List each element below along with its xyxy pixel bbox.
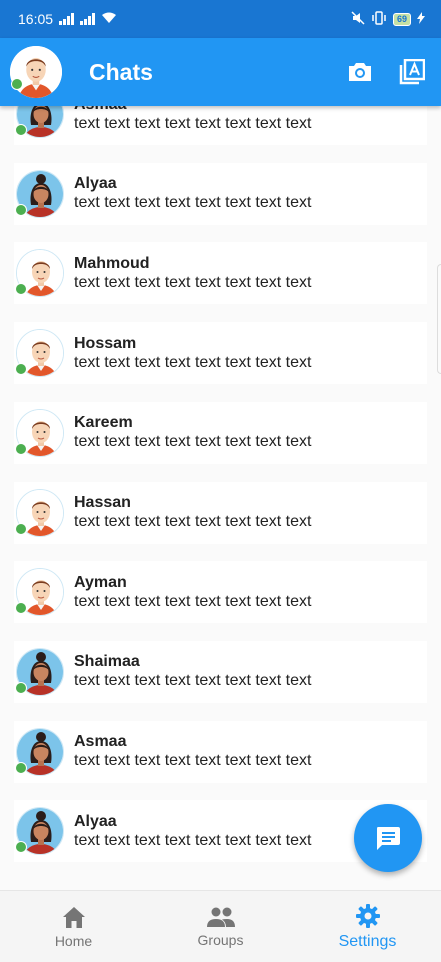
camera-button[interactable] (345, 57, 375, 87)
online-indicator (15, 522, 27, 535)
avatar (15, 568, 64, 617)
groups-icon (206, 907, 235, 927)
mute-icon (351, 10, 365, 28)
new-message-button[interactable] (354, 804, 422, 872)
avatar (15, 106, 64, 138)
chat-message-preview: text text text text text text text text (74, 114, 312, 132)
wifi-icon (101, 11, 117, 27)
bottom-navigation: Home Groups Settings (0, 890, 441, 962)
chat-message-preview: text text text text text text text text (74, 831, 312, 849)
avatar (15, 329, 64, 378)
chat-list-item[interactable]: Alyaa text text text text text text text … (14, 162, 427, 225)
chat-list-item[interactable]: Shaimaa text text text text text text tex… (14, 640, 427, 703)
chat-list[interactable]: Asmaatext text text text text text text … (0, 106, 441, 890)
chat-name: Ayman (74, 573, 127, 591)
scroll-indicator (437, 264, 441, 374)
nav-home[interactable]: Home (0, 891, 147, 962)
online-indicator (15, 681, 27, 694)
avatar (15, 488, 64, 537)
chat-message-preview: text text text text text text text text (74, 672, 312, 690)
nav-settings-label: Settings (338, 932, 397, 950)
chat-message-preview: text text text text text text text text (74, 353, 312, 371)
battery-icon: 69 (392, 12, 411, 26)
online-indicator (15, 203, 27, 216)
chat-name: Shaimaa (74, 653, 140, 671)
chat-list-item[interactable]: Ayman text text text text text text text … (14, 561, 427, 624)
avatar (15, 169, 64, 218)
avatar (15, 647, 64, 696)
status-bar: 16:05 69 (0, 0, 441, 38)
online-indicator (15, 363, 27, 376)
chat-list-item[interactable]: Hassan text text text text text text text… (14, 481, 427, 544)
chat-message-preview: text text text text text text text text (74, 273, 312, 291)
page-title: Chats (89, 58, 153, 85)
contacts-icon (399, 59, 425, 85)
chat-name: Kareem (74, 414, 133, 432)
avatar (15, 807, 64, 856)
nav-groups[interactable]: Groups (147, 891, 294, 962)
chat-message-preview: text text text text text text text text (74, 513, 312, 530)
nav-home-label: Home (54, 932, 93, 949)
online-indicator (11, 78, 23, 90)
nav-groups-label: Groups (197, 931, 244, 948)
home-icon (62, 906, 85, 928)
status-time: 16:05 (18, 11, 54, 27)
online-indicator (15, 761, 27, 774)
online-indicator (15, 442, 27, 455)
chat-list-item[interactable]: Hossam text text text text text text text… (14, 322, 427, 385)
chat-name: Alyaa (74, 812, 117, 830)
camera-icon (349, 63, 371, 81)
chat-message-preview: text text text text text text text text (74, 194, 312, 212)
chat-name: Mahmoud (74, 254, 150, 272)
chat-list-item[interactable]: Asmaatext text text text text text text … (14, 720, 427, 783)
chat-list-item[interactable]: Asmaatext text text text text text text … (14, 106, 427, 145)
chat-list-item[interactable]: Mahmoud text text text text text text tex… (14, 242, 427, 305)
charging-icon (417, 11, 425, 27)
signal-icon (59, 13, 75, 25)
chat-name: Hossam (74, 334, 137, 352)
avatar (15, 727, 64, 776)
online-indicator (15, 124, 27, 136)
chat-message-preview: text text text text text text text text (74, 592, 312, 610)
contacts-button[interactable] (397, 57, 427, 87)
chat-message-preview: text text text text text text text text (74, 433, 312, 451)
vibrate-icon (371, 10, 387, 28)
chat-message-preview: text text text text text text text text (74, 752, 312, 770)
chat-name: Hassan (74, 494, 131, 511)
avatar (15, 408, 64, 457)
avatar (15, 249, 64, 298)
chat-list-item[interactable]: Kareem text text text text text text text… (14, 401, 427, 464)
chat-name: Asmaa (74, 733, 127, 751)
chat-name: Asmaa (74, 106, 311, 114)
online-indicator (15, 283, 27, 296)
signal-icon-2 (80, 13, 96, 25)
message-icon (377, 827, 400, 850)
online-indicator (15, 841, 27, 854)
profile-avatar[interactable] (10, 46, 62, 98)
nav-settings[interactable]: Settings (294, 891, 441, 962)
online-indicator (15, 602, 27, 615)
settings-icon (355, 903, 380, 928)
app-bar: Chats (0, 38, 441, 106)
chat-name: Alyaa (74, 175, 117, 193)
